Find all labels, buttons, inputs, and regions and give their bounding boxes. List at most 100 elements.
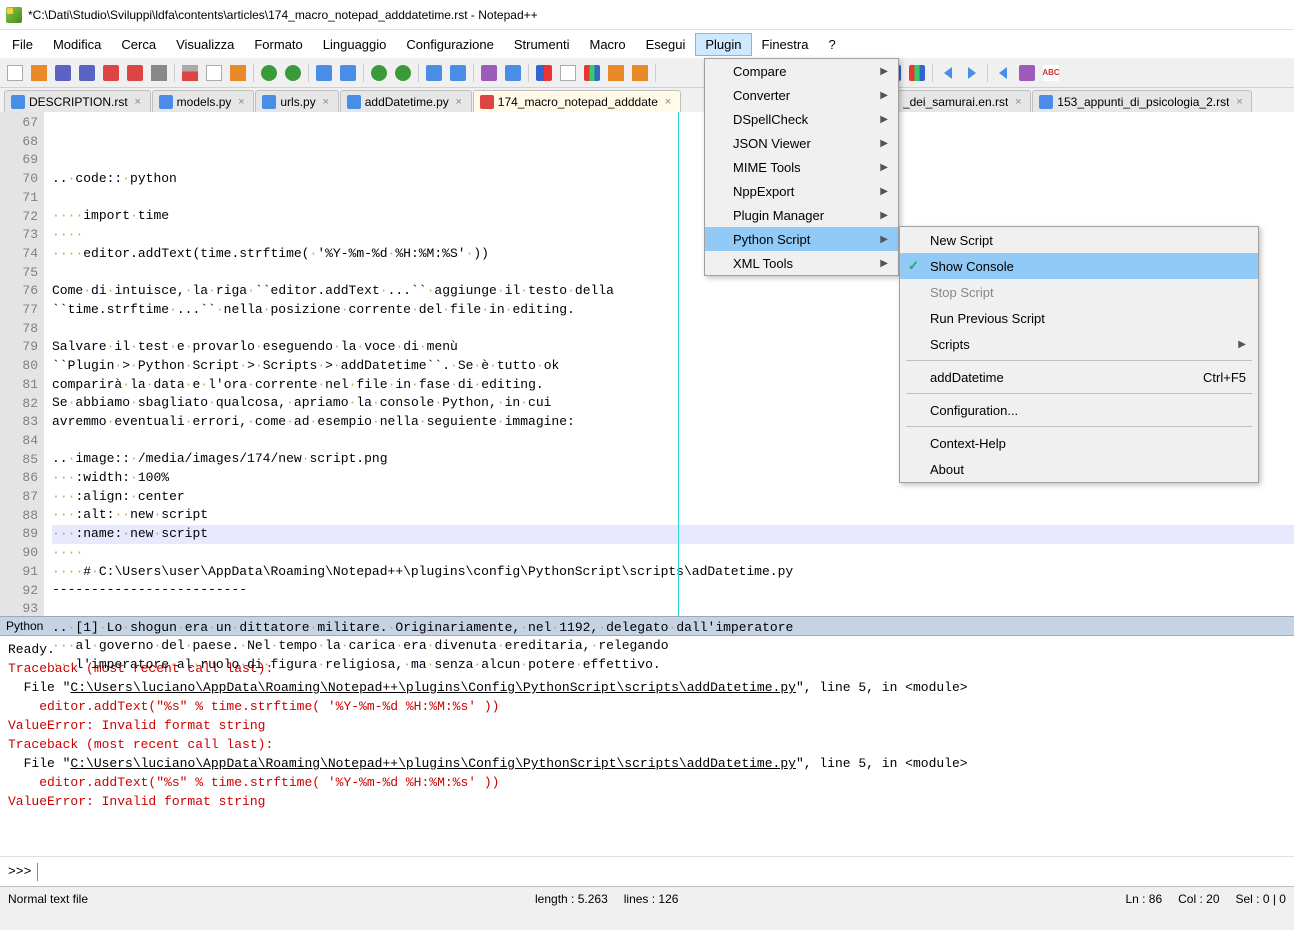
plugin-item-json-viewer[interactable]: JSON Viewer▶ [705, 131, 898, 155]
all-chars-button[interactable] [502, 62, 524, 84]
compare-next-button[interactable] [961, 62, 983, 84]
close-tab-icon[interactable]: × [320, 96, 332, 108]
tab-6[interactable]: 153_appunti_di_psicologia_2.rst × [1032, 90, 1252, 112]
code-line-85[interactable]: ···:alt:··new·script [52, 506, 1294, 525]
code-line-87[interactable]: ···· [52, 544, 1294, 563]
code-line-90[interactable] [52, 600, 1294, 619]
titlebar: *C:\Dati\Studio\Sviluppi\ldfa\contents\a… [0, 0, 1294, 30]
plugin-item-compare[interactable]: Compare▶ [705, 59, 898, 83]
code-line-69[interactable]: ····import·time [52, 207, 1294, 226]
menu-modifica[interactable]: Modifica [43, 33, 111, 56]
pyscript-item-configuration-[interactable]: Configuration... [900, 397, 1258, 423]
code-line-86[interactable]: ···:name:·new·script [52, 525, 1294, 544]
find-button[interactable] [313, 62, 335, 84]
console-input[interactable] [37, 863, 1286, 881]
spell-button[interactable] [1016, 62, 1038, 84]
plugin-item-dspellcheck[interactable]: DSpellCheck▶ [705, 107, 898, 131]
close-tab-icon[interactable]: × [453, 96, 465, 108]
open-file-button[interactable] [28, 62, 50, 84]
doc-map-button[interactable] [581, 62, 603, 84]
close-button[interactable] [100, 62, 122, 84]
plugin-item-nppexport[interactable]: NppExport▶ [705, 179, 898, 203]
code-line-93[interactable]: ···l'imperatore·al·ruolo·di·figura·relig… [52, 656, 1294, 675]
code-line-84[interactable]: ···:align:·center [52, 488, 1294, 507]
zoom-out-button[interactable] [392, 62, 414, 84]
code-line-89[interactable]: ------------------------- [52, 581, 1294, 600]
tab-4[interactable]: 174_macro_notepad_adddate× [473, 90, 681, 112]
code-line-91[interactable]: ..·[1]·Lo·shogun·era·un·dittatore·milita… [52, 619, 1294, 638]
tab-1[interactable]: models.py× [152, 90, 255, 112]
pyscript-item-adddatetime[interactable]: addDatetimeCtrl+F5 [900, 364, 1258, 390]
shortcut-label: Ctrl+F5 [1203, 370, 1246, 385]
replace-button[interactable] [337, 62, 359, 84]
python-script-submenu[interactable]: New Script✓Show ConsoleStop ScriptRun Pr… [899, 226, 1259, 483]
menu-linguaggio[interactable]: Linguaggio [313, 33, 397, 56]
zoom-in-button[interactable] [368, 62, 390, 84]
save-all-button[interactable] [76, 62, 98, 84]
print-button[interactable] [148, 62, 170, 84]
tab-2[interactable]: urls.py× [255, 90, 338, 112]
file-icon [1039, 95, 1053, 109]
code-line-67[interactable]: ..·code::·python [52, 170, 1294, 189]
copy-button[interactable] [203, 62, 225, 84]
plugin-dropdown[interactable]: Compare▶Converter▶DSpellCheck▶JSON Viewe… [704, 58, 899, 276]
menu-cerca[interactable]: Cerca [111, 33, 166, 56]
menu-plugin[interactable]: Plugin [695, 33, 751, 56]
menu-macro[interactable]: Macro [579, 33, 635, 56]
code-line-88[interactable]: ····#·C:\Users\user\AppData\Roaming\Note… [52, 563, 1294, 582]
code-line-68[interactable] [52, 189, 1294, 208]
undo-button[interactable] [258, 62, 280, 84]
save-button[interactable] [52, 62, 74, 84]
file-icon [159, 95, 173, 109]
spellcheck-button[interactable]: ABC [1040, 62, 1062, 84]
plugin-item-plugin-manager[interactable]: Plugin Manager▶ [705, 203, 898, 227]
macro-multi-button[interactable] [906, 62, 928, 84]
menu-?[interactable]: ? [818, 33, 845, 56]
file-icon [11, 95, 25, 109]
lang-button[interactable] [557, 62, 579, 84]
tab-3[interactable]: addDatetime.py× [340, 90, 472, 112]
wordwrap-button[interactable] [478, 62, 500, 84]
compare-prev-button[interactable] [937, 62, 959, 84]
menu-finestra[interactable]: Finestra [752, 33, 819, 56]
menu-label: New Script [930, 233, 993, 248]
plugin-item-mime-tools[interactable]: MIME Tools▶ [705, 155, 898, 179]
menu-visualizza[interactable]: Visualizza [166, 33, 244, 56]
pyscript-item-run-previous-script[interactable]: Run Previous Script [900, 305, 1258, 331]
close-tab-icon[interactable]: × [1012, 96, 1024, 108]
tab-0[interactable]: DESCRIPTION.rst× [4, 90, 151, 112]
menu-configurazione[interactable]: Configurazione [396, 33, 503, 56]
pyscript-item-show-console[interactable]: ✓Show Console [900, 253, 1258, 279]
tab-5[interactable]: _dei_samurai.en.rst× [878, 90, 1031, 112]
menu-formato[interactable]: Formato [244, 33, 312, 56]
folder-button[interactable] [629, 62, 651, 84]
nav-back-button[interactable] [992, 62, 1014, 84]
indent-guide-button[interactable] [533, 62, 555, 84]
tab-label: 153_appunti_di_psicologia_2.rst [1057, 95, 1229, 109]
submenu-arrow-icon: ▶ [880, 138, 888, 149]
plugin-item-xml-tools[interactable]: XML Tools▶ [705, 251, 898, 275]
plugin-item-python-script[interactable]: Python Script▶ [705, 227, 898, 251]
close-all-button[interactable] [124, 62, 146, 84]
paste-button[interactable] [227, 62, 249, 84]
code-line-92[interactable]: ···al·governo·del·paese.·Nel·tempo·la·ca… [52, 637, 1294, 656]
file-icon [347, 95, 361, 109]
menu-esegui[interactable]: Esegui [636, 33, 696, 56]
plugin-item-converter[interactable]: Converter▶ [705, 83, 898, 107]
cut-button[interactable] [179, 62, 201, 84]
pyscript-item-context-help[interactable]: Context-Help [900, 430, 1258, 456]
close-tab-icon[interactable]: × [1233, 96, 1245, 108]
close-tab-icon[interactable]: × [132, 96, 144, 108]
func-list-button[interactable] [605, 62, 627, 84]
pyscript-item-about[interactable]: About [900, 456, 1258, 482]
close-tab-icon[interactable]: × [662, 96, 674, 108]
close-tab-icon[interactable]: × [235, 96, 247, 108]
sync-hscroll-button[interactable] [447, 62, 469, 84]
sync-vscroll-button[interactable] [423, 62, 445, 84]
menu-strumenti[interactable]: Strumenti [504, 33, 580, 56]
pyscript-item-scripts[interactable]: Scripts▶ [900, 331, 1258, 357]
menu-file[interactable]: File [2, 33, 43, 56]
redo-button[interactable] [282, 62, 304, 84]
pyscript-item-new-script[interactable]: New Script [900, 227, 1258, 253]
new-file-button[interactable] [4, 62, 26, 84]
